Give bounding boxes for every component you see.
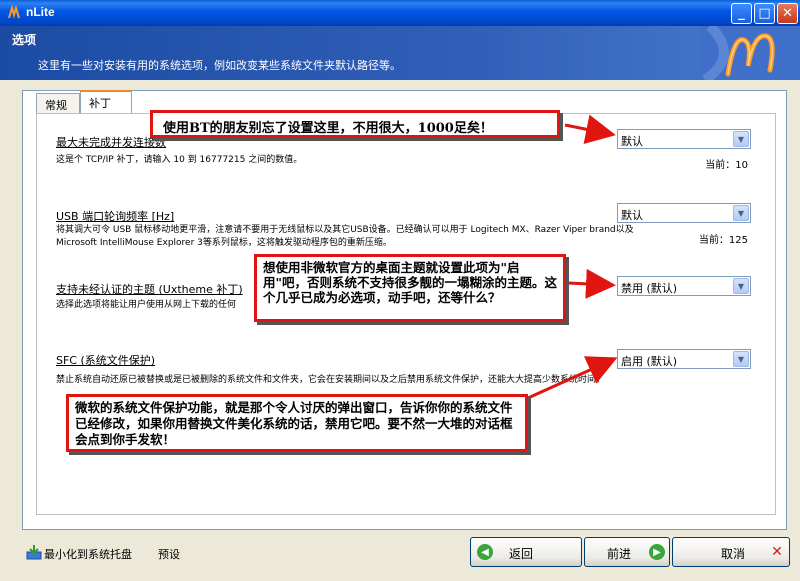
chevron-down-icon: ▼ [733, 131, 749, 147]
max-connections-select[interactable]: 默认 ▼ [617, 129, 751, 149]
uxtheme-select[interactable]: 禁用 (默认) ▼ [617, 276, 751, 296]
tab-general[interactable]: 常规 [36, 93, 80, 113]
nlite-app-icon [8, 5, 20, 19]
back-button[interactable]: ◀ 返回 [470, 537, 582, 567]
callout-text: 想使用非微软官方的桌面主题就设置此项为"启用"吧，否则系统不支持很多靓的一塌糊涂… [263, 260, 558, 305]
tray-icon [26, 545, 42, 560]
tab-label: 补丁 [89, 97, 111, 110]
chevron-down-icon: ▼ [733, 278, 749, 294]
current-value: 当前：125 [698, 235, 748, 246]
back-button-label: 返回 [509, 547, 534, 561]
select-value: 启用 (默认) [621, 355, 678, 368]
title-bar [0, 0, 800, 26]
tab-label: 常规 [45, 99, 67, 112]
next-button[interactable]: 前进 ▶ [584, 537, 670, 567]
option-label-uxtheme: 支持未经认证的主题 (Uxtheme 补丁) [56, 283, 243, 296]
option-description: 将其调大可令 USB 鼠标移动地更平滑，注意请不要用于无线鼠标以及其它USB设备… [56, 225, 634, 248]
callout-theme-tip: 想使用非微软官方的桌面主题就设置此项为"启用"吧，否则系统不支持很多靓的一塌糊涂… [254, 254, 566, 322]
option-label-sfc: SFC (系统文件保护) [56, 354, 156, 367]
option-description: 选择此选项将能让用户使用从网上下载的任何 [56, 300, 237, 310]
tab-patches[interactable]: 补丁 [80, 90, 132, 114]
minimize-to-tray-link[interactable]: 最小化到系统托盘 [44, 546, 132, 562]
maximize-window-button[interactable]: □ [754, 3, 775, 24]
select-value: 默认 [621, 135, 643, 148]
callout-text: 微软的系统文件保护功能，就是那个令人讨厌的弹出窗口，告诉你你的系统文件已经修改，… [75, 400, 513, 447]
callout-sfc-tip: 微软的系统文件保护功能，就是那个令人讨厌的弹出窗口，告诉你你的系统文件已经修改，… [66, 394, 528, 452]
back-arrow-icon: ◀ [477, 544, 493, 560]
chevron-down-icon: ▼ [733, 351, 749, 367]
page-subtitle: 这里有一些对安装有用的系统选项，例如改变某些系统文件夹默认路径等。 [38, 59, 401, 72]
option-description: 禁止系统自动还原已被替换或是已被删除的系统文件和文件夹，它会在安装期间以及之后禁… [56, 375, 606, 385]
page-title: 选项 [12, 33, 37, 47]
next-button-label: 前进 [607, 547, 632, 561]
window-title: nLite [26, 5, 55, 19]
cancel-button[interactable]: 取消 ✕ [672, 537, 790, 567]
select-value: 默认 [621, 209, 643, 222]
close-window-button[interactable]: ✕ [777, 3, 798, 24]
minimize-icon: _ [738, 6, 745, 21]
callout-bt-tip: 使用BT的朋友别忘了设置这里，不用很大，1000足矣！ [150, 110, 560, 138]
callout-text: 使用BT的朋友别忘了设置这里，不用很大，1000足矣！ [163, 121, 493, 136]
sfc-select[interactable]: 启用 (默认) ▼ [617, 349, 751, 369]
chevron-down-icon: ▼ [733, 205, 749, 221]
nlite-logo-icon [700, 26, 800, 80]
maximize-icon: □ [758, 6, 771, 21]
current-value: 当前：10 [705, 160, 748, 171]
next-arrow-icon: ▶ [649, 544, 665, 560]
preset-link[interactable]: 预设 [158, 546, 180, 562]
close-icon: ✕ [782, 6, 793, 21]
cancel-button-label: 取消 [721, 547, 746, 561]
select-value: 禁用 (默认) [621, 282, 678, 295]
cancel-x-icon: ✕ [771, 544, 783, 560]
minimize-window-button[interactable]: _ [731, 3, 752, 24]
usb-polling-select[interactable]: 默认 ▼ [617, 203, 751, 223]
option-description: 这是个 TCP/IP 补丁，请输入 10 到 16777215 之间的数值。 [56, 155, 303, 165]
option-label-usb-polling: USB 端口轮询频率 [Hz] [56, 210, 175, 223]
